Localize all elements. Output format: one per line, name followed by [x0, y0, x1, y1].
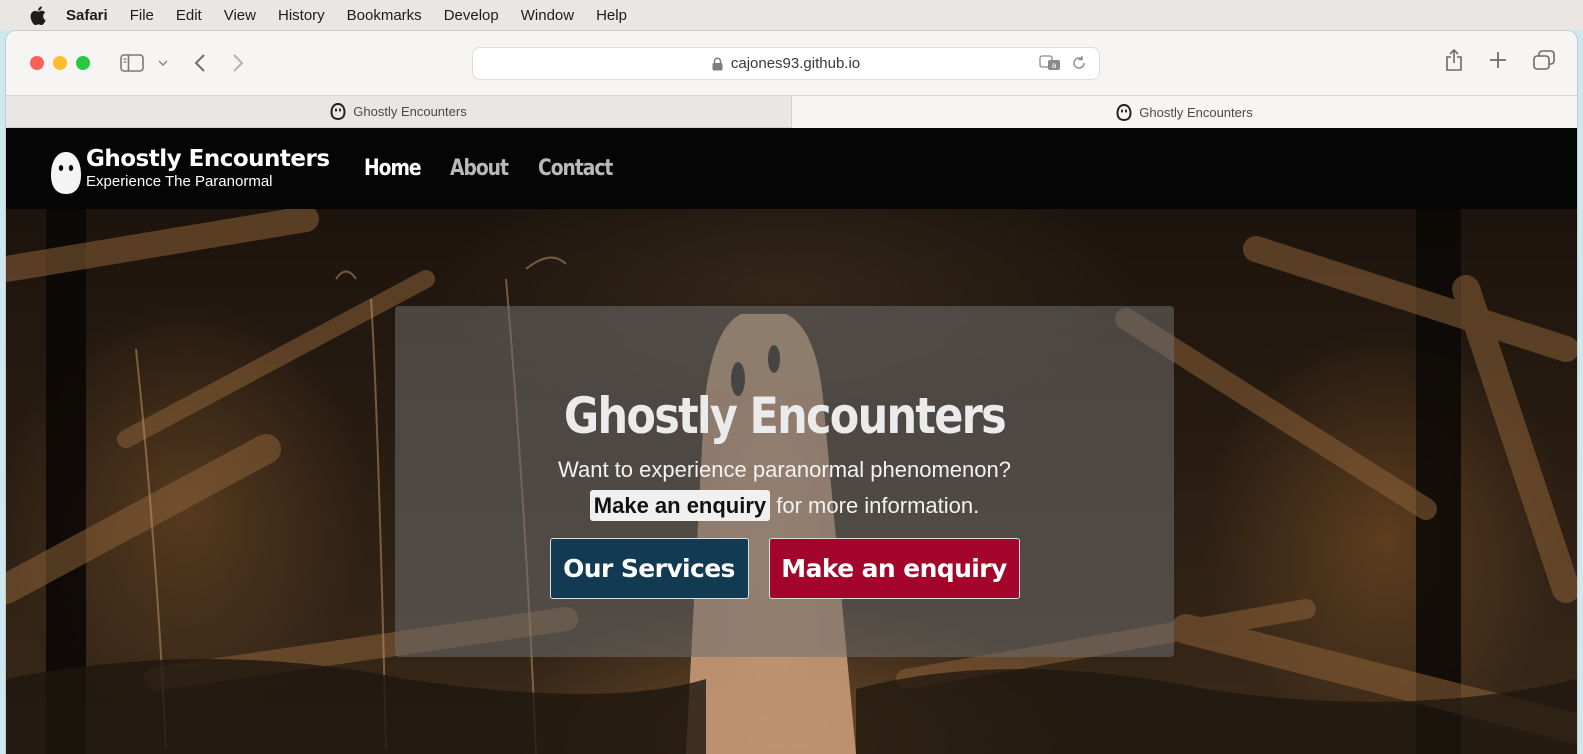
- menu-file[interactable]: File: [130, 7, 154, 24]
- menu-app-name[interactable]: Safari: [66, 7, 108, 24]
- hero-subtitle: Want to experience paranormal phenomenon…: [558, 457, 1011, 482]
- tab-2[interactable]: Ghostly Encounters: [792, 96, 1577, 128]
- translate-icon[interactable]: a: [1039, 55, 1061, 74]
- tab-title: Ghostly Encounters: [1139, 104, 1253, 120]
- menu-window[interactable]: Window: [521, 7, 574, 24]
- site-tagline: Experience The Paranormal: [86, 172, 273, 190]
- site-nav: Home About Contact: [364, 156, 626, 181]
- new-tab-icon[interactable]: [1489, 51, 1507, 74]
- back-arrow-icon[interactable]: [194, 53, 206, 73]
- ghost-logo-icon: [50, 151, 82, 195]
- minimize-window-button[interactable]: [53, 56, 67, 70]
- zoom-window-button[interactable]: [76, 56, 90, 70]
- hero-section: Ghostly Encounters Want to experience pa…: [6, 209, 1577, 754]
- chevron-down-icon[interactable]: [158, 60, 168, 66]
- site-brand-name: Ghostly Encounters: [86, 145, 330, 172]
- tab-1[interactable]: Ghostly Encounters: [6, 96, 792, 128]
- lock-icon: [712, 57, 723, 71]
- share-icon[interactable]: [1445, 48, 1463, 76]
- browser-window: cajones93.github.io a Ghostly Encounters…: [6, 31, 1577, 754]
- hero-cta-rest: for more information.: [770, 493, 980, 518]
- nav-contact-link[interactable]: Contact: [538, 156, 613, 181]
- reload-icon[interactable]: [1071, 55, 1087, 74]
- menu-develop[interactable]: Develop: [444, 7, 499, 24]
- svg-text:a: a: [1052, 61, 1057, 70]
- hero-cta-text: Make an enquiry for more information.: [395, 488, 1174, 524]
- macos-menu-bar: Safari File Edit View History Bookmarks …: [0, 0, 1583, 30]
- make-enquiry-button[interactable]: Make an enquiry: [768, 538, 1020, 599]
- sidebar-toggle-icon[interactable]: [120, 54, 144, 72]
- window-controls: [30, 56, 90, 70]
- tab-title: Ghostly Encounters: [353, 104, 467, 119]
- site-header: Ghostly Encounters Experience The Parano…: [6, 128, 1577, 209]
- browser-toolbar: cajones93.github.io a: [6, 31, 1577, 95]
- our-services-button[interactable]: Our Services: [549, 538, 749, 599]
- menu-bookmarks[interactable]: Bookmarks: [347, 7, 422, 24]
- hero-title: Ghostly Encounters: [563, 387, 1007, 445]
- ghost-favicon-icon: [1116, 103, 1132, 121]
- menu-view[interactable]: View: [224, 7, 256, 24]
- nav-about-link[interactable]: About: [450, 156, 509, 181]
- enquiry-inline-link[interactable]: Make an enquiry: [589, 490, 771, 521]
- web-page: Ghostly Encounters Experience The Parano…: [6, 128, 1577, 754]
- hero-overlay-panel: Ghostly Encounters Want to experience pa…: [395, 306, 1174, 657]
- tab-bar: Ghostly Encounters Ghostly Encounters: [6, 95, 1577, 128]
- site-logo-link[interactable]: Ghostly Encounters Experience The Parano…: [50, 143, 330, 195]
- ghost-favicon-icon: [330, 103, 346, 120]
- menu-history[interactable]: History: [278, 7, 325, 24]
- address-bar[interactable]: cajones93.github.io a: [472, 47, 1100, 80]
- close-window-button[interactable]: [30, 56, 44, 70]
- forward-arrow-icon[interactable]: [232, 53, 244, 73]
- nav-home-link[interactable]: Home: [364, 156, 422, 181]
- url-text: cajones93.github.io: [730, 55, 861, 72]
- apple-menu-icon[interactable]: [30, 5, 46, 25]
- menu-edit[interactable]: Edit: [176, 7, 202, 24]
- tab-overview-icon[interactable]: [1533, 50, 1555, 75]
- menu-help[interactable]: Help: [596, 7, 627, 24]
